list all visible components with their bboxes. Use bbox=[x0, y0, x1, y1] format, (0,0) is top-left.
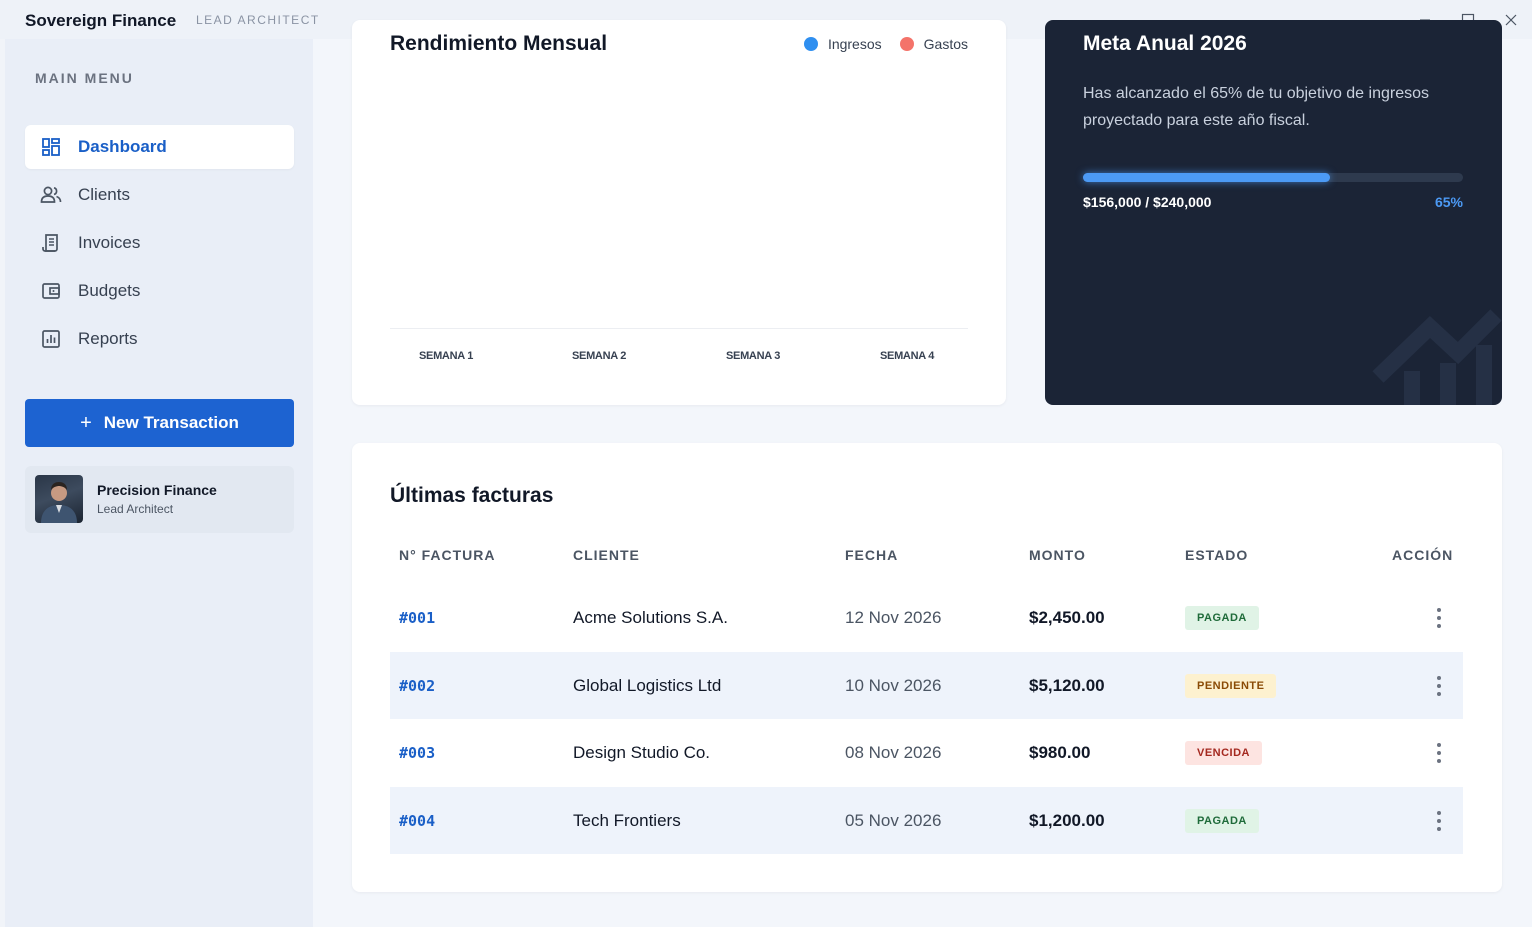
new-transaction-label: New Transaction bbox=[103, 413, 239, 432]
new-transaction-button[interactable]: + New Transaction bbox=[25, 399, 294, 447]
avatar bbox=[35, 475, 83, 523]
invoice-amount: $2,450.00 bbox=[1029, 607, 1105, 627]
legend-dot-ingresos bbox=[803, 37, 818, 51]
invoices-card: Últimas facturas N° FACTURA CLIENTE FECH… bbox=[352, 443, 1502, 892]
sidebar-item-clients[interactable]: Clients bbox=[25, 173, 294, 217]
goal-description: Has alcanzado el 65% de tu objetivo de i… bbox=[1083, 85, 1429, 129]
x-tick-label: SEMANA 3 bbox=[726, 350, 781, 362]
wallet-icon bbox=[40, 280, 62, 302]
invoice-amount: $1,200.00 bbox=[1029, 810, 1105, 830]
sidebar-item-invoices[interactable]: Invoices bbox=[25, 221, 294, 265]
sidebar-item-label: Invoices bbox=[78, 233, 141, 252]
invoice-number-link[interactable]: #001 bbox=[399, 584, 435, 651]
legend-item-ingresos[interactable]: Ingresos bbox=[803, 36, 882, 52]
app-subtitle: LEAD ARCHITECT bbox=[196, 13, 320, 27]
column-header: ACCIÓN bbox=[1392, 547, 1454, 563]
goal-title: Meta Anual 2026 bbox=[1083, 32, 1247, 55]
sidebar-item-label: Budgets bbox=[78, 281, 141, 300]
invoice-date: 05 Nov 2026 bbox=[845, 810, 942, 830]
goal-amount: $156,000 / $240,000 bbox=[1083, 194, 1212, 210]
row-actions-menu-icon[interactable] bbox=[1433, 787, 1445, 854]
sidebar-item-dashboard[interactable]: Dashboard bbox=[25, 125, 294, 169]
performance-title: Rendimiento Mensual bbox=[390, 32, 608, 55]
invoice-icon bbox=[40, 232, 62, 254]
column-header: CLIENTE bbox=[573, 547, 640, 563]
sidebar-item-reports[interactable]: Reports bbox=[25, 317, 294, 361]
table-row[interactable]: #001 Acme Solutions S.A. 12 Nov 2026 $2,… bbox=[390, 584, 1463, 651]
plus-icon: + bbox=[80, 411, 92, 434]
invoices-title: Últimas facturas bbox=[390, 484, 554, 507]
table-row[interactable]: #003 Design Studio Co. 08 Nov 2026 $980.… bbox=[390, 719, 1463, 786]
sidebar: MAIN MENU Dashboard Clients Invoices Bud… bbox=[5, 39, 313, 927]
dashboard-icon bbox=[40, 136, 62, 158]
row-actions-menu-icon[interactable] bbox=[1433, 652, 1445, 719]
status-badge: PAGADA bbox=[1185, 808, 1259, 833]
status-cell: PAGADA bbox=[1185, 584, 1259, 651]
column-header: FECHA bbox=[845, 547, 899, 563]
users-icon bbox=[40, 184, 62, 206]
column-header: N° FACTURA bbox=[399, 547, 496, 563]
user-profile[interactable]: Precision Finance Lead Architect bbox=[25, 466, 294, 533]
chart-legend: Ingresos Gastos bbox=[786, 36, 968, 52]
status-badge: PENDIENTE bbox=[1185, 673, 1277, 698]
chart-x-axis bbox=[390, 328, 968, 329]
invoice-number-link[interactable]: #004 bbox=[399, 787, 435, 854]
trending-up-icon bbox=[1372, 309, 1502, 405]
sidebar-item-label: Clients bbox=[78, 185, 130, 204]
status-cell: PAGADA bbox=[1185, 787, 1259, 854]
legend-label: Gastos bbox=[923, 36, 968, 52]
row-actions-menu-icon[interactable] bbox=[1433, 584, 1445, 651]
client-name: Global Logistics Ltd bbox=[573, 675, 722, 695]
chart-icon bbox=[40, 328, 62, 350]
goal-percent: 65% bbox=[1434, 194, 1463, 210]
column-header: ESTADO bbox=[1185, 547, 1249, 563]
performance-card: Rendimiento Mensual Ingresos Gastos SEMA… bbox=[352, 20, 1006, 405]
invoice-number-link[interactable]: #002 bbox=[399, 652, 435, 719]
x-tick-label: SEMANA 1 bbox=[419, 350, 474, 362]
table-row[interactable]: #002 Global Logistics Ltd 10 Nov 2026 $5… bbox=[390, 652, 1463, 719]
invoice-date: 10 Nov 2026 bbox=[845, 675, 942, 695]
client-name: Acme Solutions S.A. bbox=[573, 607, 728, 627]
client-name: Tech Frontiers bbox=[573, 810, 681, 830]
table-row[interactable]: #004 Tech Frontiers 05 Nov 2026 $1,200.0… bbox=[390, 787, 1463, 854]
status-cell: PENDIENTE bbox=[1185, 652, 1277, 719]
close-icon bbox=[1505, 14, 1517, 26]
goal-progress-bar bbox=[1083, 173, 1463, 182]
sidebar-item-label: Reports bbox=[78, 329, 138, 348]
invoice-amount: $5,120.00 bbox=[1029, 675, 1105, 695]
app-title: Sovereign Finance bbox=[25, 11, 177, 30]
invoice-number-link[interactable]: #003 bbox=[399, 719, 435, 786]
menu-title: MAIN MENU bbox=[35, 70, 134, 86]
invoice-date: 08 Nov 2026 bbox=[845, 742, 942, 762]
column-header: MONTO bbox=[1029, 547, 1086, 563]
x-tick-label: SEMANA 4 bbox=[880, 350, 935, 362]
row-actions-menu-icon[interactable] bbox=[1433, 719, 1445, 786]
goal-progress-fill bbox=[1083, 173, 1330, 182]
client-name: Design Studio Co. bbox=[573, 742, 711, 762]
legend-label: Ingresos bbox=[827, 36, 882, 52]
profile-name: Precision Finance bbox=[97, 482, 217, 498]
profile-role: Lead Architect bbox=[97, 502, 174, 516]
x-tick-label: SEMANA 2 bbox=[572, 350, 627, 362]
status-badge: VENCIDA bbox=[1185, 740, 1263, 765]
sidebar-item-budgets[interactable]: Budgets bbox=[25, 269, 294, 313]
status-badge: PAGADA bbox=[1185, 605, 1259, 630]
invoice-date: 12 Nov 2026 bbox=[845, 607, 942, 627]
legend-item-gastos[interactable]: Gastos bbox=[899, 36, 968, 52]
annual-goal-card: Meta Anual 2026 Has alcanzado el 65% de … bbox=[1045, 20, 1502, 405]
legend-dot-gastos bbox=[899, 37, 914, 51]
sidebar-item-label: Dashboard bbox=[78, 137, 167, 156]
invoice-amount: $980.00 bbox=[1029, 742, 1091, 762]
status-cell: VENCIDA bbox=[1185, 719, 1263, 786]
